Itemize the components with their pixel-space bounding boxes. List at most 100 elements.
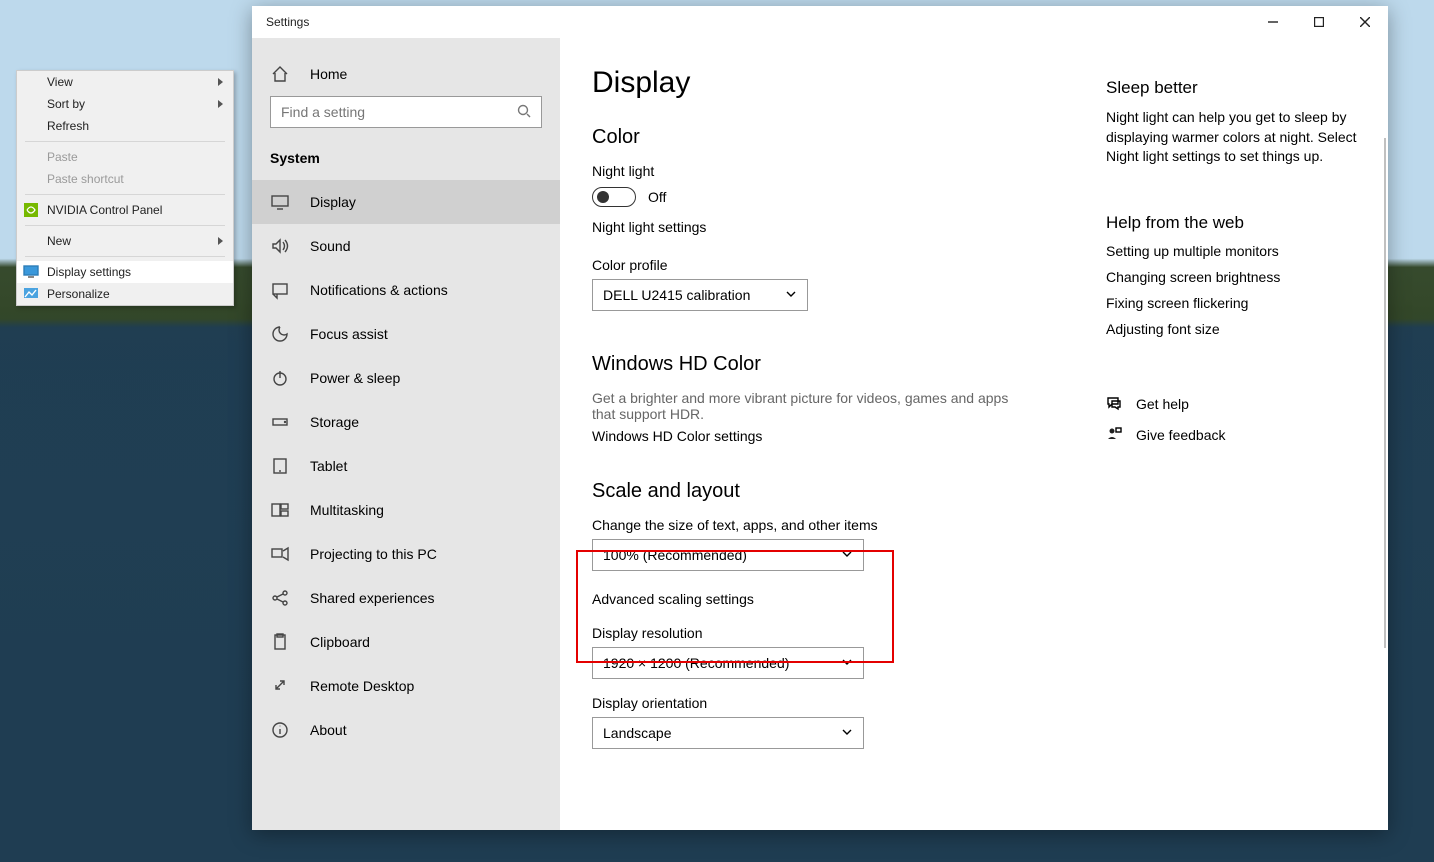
storage-icon xyxy=(270,412,290,432)
sidebar-item-label: Notifications & actions xyxy=(310,282,448,298)
ctx-personalize[interactable]: Personalize xyxy=(17,283,233,305)
resolution-label: Display resolution xyxy=(592,625,1090,641)
sidebar-home[interactable]: Home xyxy=(252,52,560,96)
sidebar-item-label: About xyxy=(310,722,347,738)
sidebar-item-tablet[interactable]: Tablet xyxy=(252,444,560,488)
search-placeholder: Find a setting xyxy=(281,104,365,120)
section-scale-layout: Scale and layout xyxy=(592,480,1090,503)
multitasking-icon xyxy=(270,500,290,520)
shared-experiences-icon xyxy=(270,588,290,608)
clipboard-icon xyxy=(270,632,290,652)
night-light-toggle[interactable] xyxy=(592,187,636,207)
settings-content: Display Color Night light Off Night ligh… xyxy=(560,38,1388,830)
night-light-label: Night light xyxy=(592,163,1090,179)
section-color: Color xyxy=(592,126,1090,149)
get-help-link[interactable]: Get help xyxy=(1106,395,1366,414)
divider xyxy=(25,141,225,142)
hd-color-desc: Get a brighter and more vibrant picture … xyxy=(592,390,1032,422)
sidebar-item-shared-experiences[interactable]: Shared experiences xyxy=(252,576,560,620)
close-button[interactable] xyxy=(1342,6,1388,38)
sidebar-item-display[interactable]: Display xyxy=(252,180,560,224)
sidebar-item-label: Display xyxy=(310,194,356,210)
get-help-label: Get help xyxy=(1136,396,1189,412)
sidebar-item-notifications[interactable]: Notifications & actions xyxy=(252,268,560,312)
night-light-settings-link[interactable]: Night light settings xyxy=(592,219,1090,235)
scrollbar[interactable] xyxy=(1384,138,1386,648)
hd-color-settings-link[interactable]: Windows HD Color settings xyxy=(592,428,1090,444)
ctx-refresh[interactable]: Refresh xyxy=(17,115,233,137)
divider xyxy=(25,225,225,226)
focus-assist-icon xyxy=(270,324,290,344)
chevron-down-icon xyxy=(785,287,797,303)
give-feedback-label: Give feedback xyxy=(1136,427,1226,443)
ctx-nvidia[interactable]: NVIDIA Control Panel xyxy=(17,199,233,221)
nvidia-icon xyxy=(23,202,39,218)
sidebar-item-clipboard[interactable]: Clipboard xyxy=(252,620,560,664)
settings-aside: Sleep better Night light can help you ge… xyxy=(1106,78,1366,445)
help-link-font-size[interactable]: Adjusting font size xyxy=(1106,321,1366,337)
orientation-select[interactable]: Landscape xyxy=(592,717,864,749)
sidebar-item-projecting[interactable]: Projecting to this PC xyxy=(252,532,560,576)
minimize-button[interactable] xyxy=(1250,6,1296,38)
ctx-paste-shortcut-label: Paste shortcut xyxy=(47,172,124,186)
aside-help-heading: Help from the web xyxy=(1106,213,1366,233)
sidebar-item-sound[interactable]: Sound xyxy=(252,224,560,268)
advanced-scaling-link[interactable]: Advanced scaling settings xyxy=(592,591,1090,607)
notifications-icon xyxy=(270,280,290,300)
ctx-view-label: View xyxy=(47,75,73,89)
resolution-select[interactable]: 1920 × 1200 (Recommended) xyxy=(592,647,864,679)
maximize-button[interactable] xyxy=(1296,6,1342,38)
ctx-new[interactable]: New xyxy=(17,230,233,252)
help-link-multiple-monitors[interactable]: Setting up multiple monitors xyxy=(1106,243,1366,259)
sound-icon xyxy=(270,236,290,256)
color-profile-value: DELL U2415 calibration xyxy=(603,287,750,303)
titlebar[interactable]: Settings xyxy=(252,6,1388,38)
section-hd-color: Windows HD Color xyxy=(592,353,1090,376)
aside-sleep-desc: Night light can help you get to sleep by… xyxy=(1106,108,1366,167)
window-title: Settings xyxy=(252,15,309,29)
sidebar-item-multitasking[interactable]: Multitasking xyxy=(252,488,560,532)
settings-window: Settings Home Find a setting System D xyxy=(252,6,1388,830)
sidebar-item-remote-desktop[interactable]: Remote Desktop xyxy=(252,664,560,708)
search-icon xyxy=(517,104,531,121)
scale-select[interactable]: 100% (Recommended) xyxy=(592,539,864,571)
sidebar-home-label: Home xyxy=(310,66,347,82)
display-settings-icon xyxy=(23,264,39,280)
sidebar-item-label: Tablet xyxy=(310,458,347,474)
ctx-sortby-label: Sort by xyxy=(47,97,85,111)
sidebar-item-storage[interactable]: Storage xyxy=(252,400,560,444)
sidebar-item-about[interactable]: About xyxy=(252,708,560,752)
display-icon xyxy=(270,192,290,212)
sidebar-item-label: Storage xyxy=(310,414,359,430)
ctx-display-settings-label: Display settings xyxy=(47,265,131,279)
ctx-paste-label: Paste xyxy=(47,150,78,164)
help-link-brightness[interactable]: Changing screen brightness xyxy=(1106,269,1366,285)
change-size-label: Change the size of text, apps, and other… xyxy=(592,517,1090,533)
chevron-down-icon xyxy=(841,725,853,741)
orientation-value: Landscape xyxy=(603,725,672,741)
feedback-icon xyxy=(1106,426,1122,445)
color-profile-select[interactable]: DELL U2415 calibration xyxy=(592,279,808,311)
ctx-view[interactable]: View xyxy=(17,71,233,93)
sidebar-item-focus-assist[interactable]: Focus assist xyxy=(252,312,560,356)
help-link-flickering[interactable]: Fixing screen flickering xyxy=(1106,295,1366,311)
desktop-context-menu: View Sort by Refresh Paste Paste shortcu… xyxy=(16,70,234,306)
ctx-paste-shortcut: Paste shortcut xyxy=(17,168,233,190)
ctx-display-settings[interactable]: Display settings xyxy=(17,261,233,283)
power-icon xyxy=(270,368,290,388)
search-input[interactable]: Find a setting xyxy=(270,96,542,128)
sidebar-item-power-sleep[interactable]: Power & sleep xyxy=(252,356,560,400)
window-controls xyxy=(1250,6,1388,38)
ctx-nvidia-label: NVIDIA Control Panel xyxy=(47,203,162,217)
tablet-icon xyxy=(270,456,290,476)
sidebar-item-label: Projecting to this PC xyxy=(310,546,437,562)
page-title: Display xyxy=(592,66,1090,100)
give-feedback-link[interactable]: Give feedback xyxy=(1106,426,1366,445)
sidebar-item-label: Power & sleep xyxy=(310,370,400,386)
settings-sidebar: Home Find a setting System Display Sound… xyxy=(252,38,560,830)
sidebar-group-header: System xyxy=(252,150,560,166)
personalize-icon xyxy=(23,286,39,302)
ctx-sort-by[interactable]: Sort by xyxy=(17,93,233,115)
scale-value: 100% (Recommended) xyxy=(603,547,747,563)
remote-desktop-icon xyxy=(270,676,290,696)
